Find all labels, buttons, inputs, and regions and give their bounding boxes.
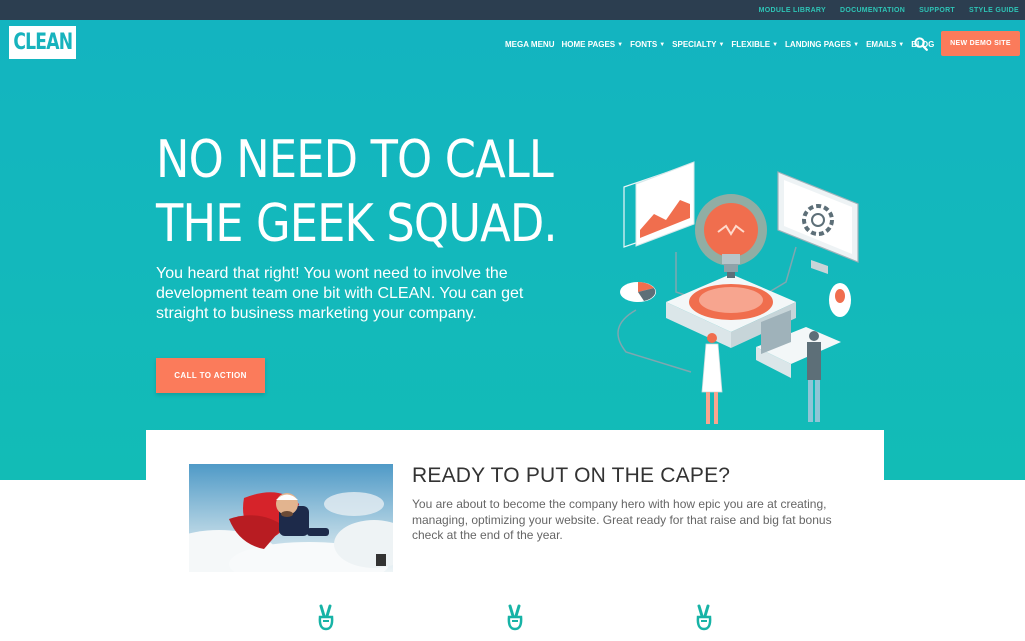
- chevron-down-icon: ▼: [659, 41, 666, 48]
- peace-hand-icon: [318, 604, 334, 631]
- nav-item-mega-menu[interactable]: MEGA MENU: [505, 40, 554, 49]
- headline-line-2: THE GEEK SQUAD.: [156, 194, 558, 254]
- site-logo[interactable]: CLEAN: [9, 26, 76, 59]
- chevron-down-icon: ▼: [617, 41, 624, 48]
- chevron-down-icon: ▼: [898, 41, 905, 48]
- logo-text: CLEAN: [13, 30, 73, 55]
- nav-item-emails[interactable]: EMAILS ▼: [866, 40, 904, 49]
- call-to-action-button[interactable]: CALL TO ACTION: [156, 358, 265, 393]
- chevron-down-icon: ▼: [772, 41, 779, 48]
- chevron-down-icon: ▼: [718, 41, 725, 48]
- nav-label: LANDING PAGES: [785, 40, 852, 49]
- nav-item-home-pages[interactable]: HOME PAGES ▼: [561, 40, 623, 49]
- utility-links: MODULE LIBRARY DOCUMENTATION SUPPORT STY…: [759, 0, 1019, 20]
- lightbulb-illustration: [617, 161, 859, 424]
- main-nav: MEGA MENU HOME PAGES ▼ FONTS ▼ SPECIALTY ▼ …: [505, 40, 934, 49]
- nav-label: FLEXIBLE: [731, 40, 771, 49]
- documentation-link[interactable]: DOCUMENTATION: [840, 7, 905, 14]
- feature-title: READY TO PUT ON THE CAPE?: [412, 464, 731, 487]
- peace-hand-icon: [696, 604, 712, 631]
- nav-label: MEGA MENU: [505, 40, 555, 49]
- nav-label: FONTS: [630, 40, 658, 49]
- style-guide-link[interactable]: STYLE GUIDE: [969, 7, 1019, 14]
- nav-label: EMAILS: [866, 40, 897, 49]
- support-link[interactable]: SUPPORT: [919, 7, 955, 14]
- new-demo-site-button[interactable]: NEW DEMO SITE: [941, 31, 1020, 56]
- peace-hand-icon: [507, 604, 523, 631]
- chevron-down-icon: ▼: [853, 41, 860, 48]
- search-icon[interactable]: [914, 37, 928, 51]
- hero-subtext: You heard that right! You wont need to i…: [156, 265, 524, 322]
- nav-item-specialty[interactable]: SPECIALTY ▼: [672, 40, 724, 49]
- module-library-link[interactable]: MODULE LIBRARY: [759, 7, 826, 14]
- nav-item-flexible[interactable]: FLEXIBLE ▼: [731, 40, 778, 49]
- feature-text: You are about to become the company hero…: [412, 497, 832, 542]
- headline-line-1: NO NEED TO CALL: [156, 130, 554, 190]
- hero-section: CLEAN MEGA MENU HOME PAGES ▼ FONTS ▼ SPECI…: [0, 20, 1025, 480]
- nav-label: HOME PAGES: [561, 40, 616, 49]
- nav-item-fonts[interactable]: FONTS ▼: [630, 40, 665, 49]
- nav-item-landing-pages[interactable]: LANDING PAGES ▼: [785, 40, 859, 49]
- utility-bar: MODULE LIBRARY DOCUMENTATION SUPPORT STY…: [0, 0, 1025, 20]
- superhero-photo: [189, 464, 393, 572]
- hero-headline: NO NEED TO CALL THE GEEK SQUAD.: [156, 128, 558, 256]
- nav-label: SPECIALTY: [672, 40, 717, 49]
